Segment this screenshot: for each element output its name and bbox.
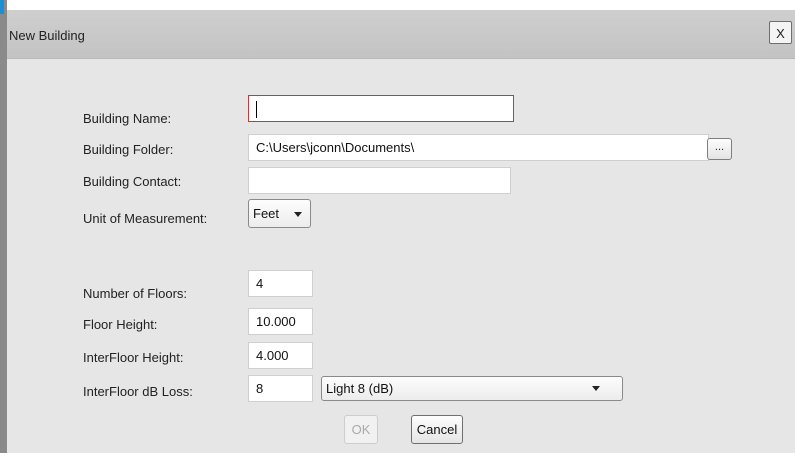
cancel-button[interactable]: Cancel: [411, 415, 463, 444]
building-folder-label: Building Folder:: [83, 142, 174, 157]
new-building-dialog: New Building X Building Name: Building F…: [7, 10, 795, 453]
loss-preset-select[interactable]: Light 8 (dB): [321, 376, 623, 401]
building-name-label: Building Name:: [83, 111, 172, 126]
floors-label: Number of Floors:: [83, 286, 188, 301]
window-left-border: [0, 0, 7, 453]
building-folder-input[interactable]: C:\Users\jconn\Documents\: [248, 134, 709, 161]
interfloor-loss-label: InterFloor dB Loss:: [83, 384, 193, 399]
window-corner-accent: [0, 0, 4, 14]
close-button[interactable]: X: [769, 21, 792, 44]
unit-label: Unit of Measurement:: [83, 211, 208, 226]
building-contact-label: Building Contact:: [83, 174, 182, 189]
interfloor-loss-input[interactable]: 8: [248, 375, 313, 402]
interfloor-height-input[interactable]: 4.000: [248, 342, 313, 369]
chevron-down-icon: [294, 212, 302, 217]
floor-height-label: Floor Height:: [83, 317, 158, 332]
dialog-titlebar[interactable]: New Building X: [7, 10, 795, 59]
text-caret: [256, 101, 257, 118]
unit-value: Feet: [253, 206, 280, 221]
dialog-title: New Building: [9, 28, 85, 43]
building-contact-input[interactable]: [248, 167, 511, 194]
interfloor-height-label: InterFloor Height:: [83, 350, 184, 365]
floor-height-input[interactable]: 10.000: [248, 308, 313, 335]
unit-select[interactable]: Feet: [248, 199, 311, 228]
floors-input[interactable]: 4: [248, 270, 313, 297]
loss-preset-value: Light 8 (dB): [326, 381, 394, 396]
building-name-input[interactable]: [248, 95, 514, 122]
browse-folder-button[interactable]: ...: [707, 138, 732, 160]
ok-button[interactable]: OK: [344, 415, 378, 444]
chevron-down-icon: [592, 386, 600, 391]
